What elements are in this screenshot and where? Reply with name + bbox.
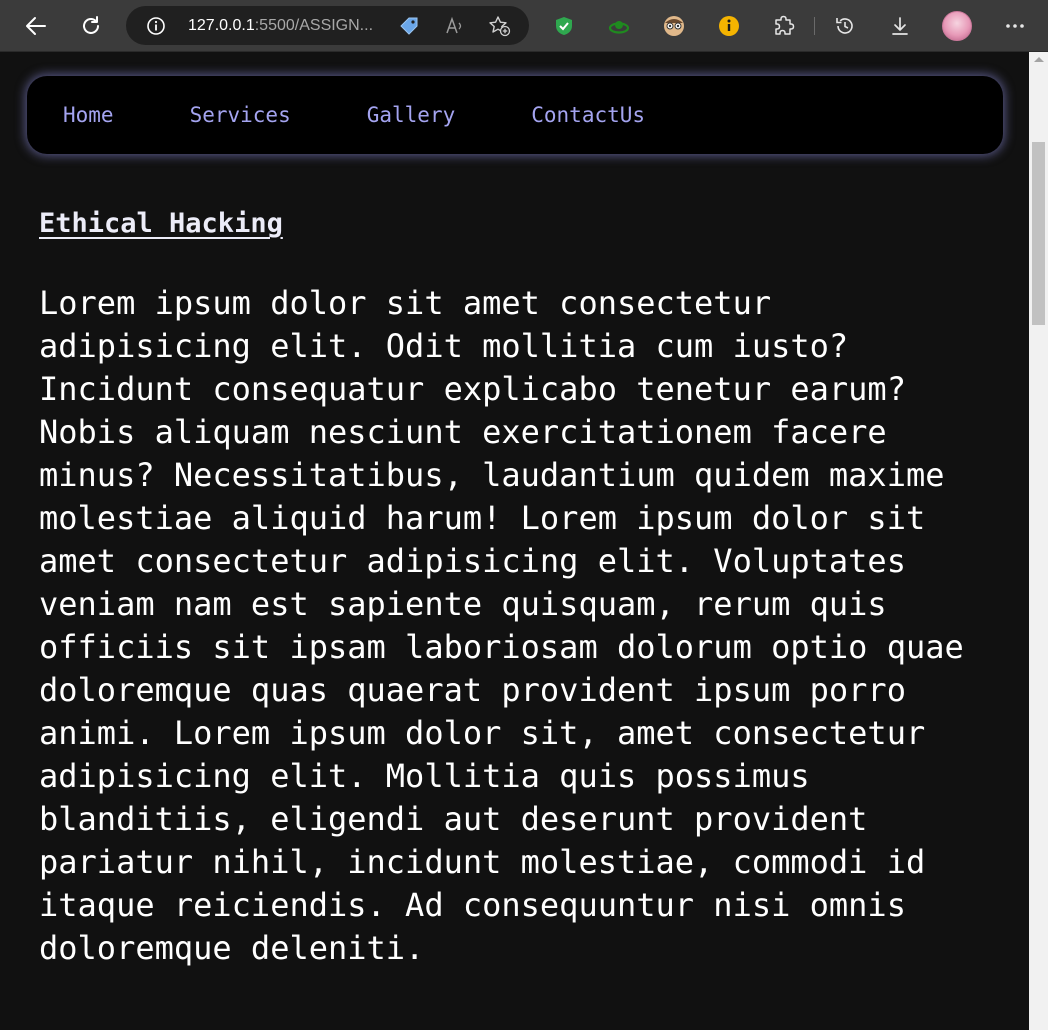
downloads-button[interactable]	[882, 8, 918, 44]
shield-extension-icon	[556, 17, 572, 35]
face-extension-button[interactable]	[656, 8, 692, 44]
history-button[interactable]	[827, 8, 863, 44]
site-navbar: Home Services Gallery ContactUs	[27, 76, 1003, 154]
download-icon	[892, 17, 908, 35]
extensions-puzzle-icon	[775, 15, 795, 35]
nav-link-services[interactable]: Services	[190, 100, 291, 130]
more-menu-button[interactable]	[997, 8, 1033, 44]
url-host: 127.0.0.1	[188, 17, 255, 34]
scroll-up-arrow-icon[interactable]	[1034, 57, 1044, 62]
page-viewport: Home Services Gallery ContactUs Ethical …	[0, 52, 1029, 1030]
url-path: :5500/ASSIGN...	[254, 17, 374, 34]
main-content: Ethical Hacking Lorem ipsum dolor sit am…	[39, 204, 999, 970]
nav-link-home[interactable]: Home	[63, 100, 114, 130]
add-favorite-icon[interactable]	[488, 15, 512, 37]
info-extension-button[interactable]	[711, 8, 747, 44]
tag-icon[interactable]	[398, 15, 420, 37]
browser-toolbar: 127.0.0.1:5500/ASSIGN...	[0, 0, 1048, 52]
vertical-scrollbar[interactable]	[1029, 52, 1048, 1030]
read-aloud-icon[interactable]	[444, 15, 466, 37]
shield-extension-button[interactable]	[546, 8, 582, 44]
nav-link-gallery[interactable]: Gallery	[367, 100, 456, 130]
nav-link-contactus[interactable]: ContactUs	[531, 100, 645, 130]
back-icon	[26, 17, 46, 35]
scroll-thumb[interactable]	[1032, 142, 1045, 325]
info-extension-icon	[719, 16, 739, 36]
address-url[interactable]: 127.0.0.1:5500/ASSIGN...	[188, 16, 373, 36]
extensions-button[interactable]	[766, 8, 802, 44]
refresh-button[interactable]	[73, 8, 109, 44]
back-button[interactable]	[18, 8, 54, 44]
page-heading: Ethical Hacking	[39, 208, 283, 239]
more-menu-icon	[1006, 24, 1024, 28]
toolbar-divider	[814, 17, 815, 35]
address-bar[interactable]: 127.0.0.1:5500/ASSIGN...	[126, 6, 529, 45]
body-paragraph: Lorem ipsum dolor sit amet consectetur a…	[39, 284, 964, 967]
info-icon[interactable]	[146, 16, 166, 36]
face-extension-icon	[664, 16, 684, 36]
green-extension-button[interactable]	[601, 8, 637, 44]
history-icon	[836, 18, 853, 34]
green-extension-icon	[608, 21, 630, 34]
profile-avatar[interactable]	[942, 11, 972, 41]
refresh-icon	[83, 16, 99, 34]
